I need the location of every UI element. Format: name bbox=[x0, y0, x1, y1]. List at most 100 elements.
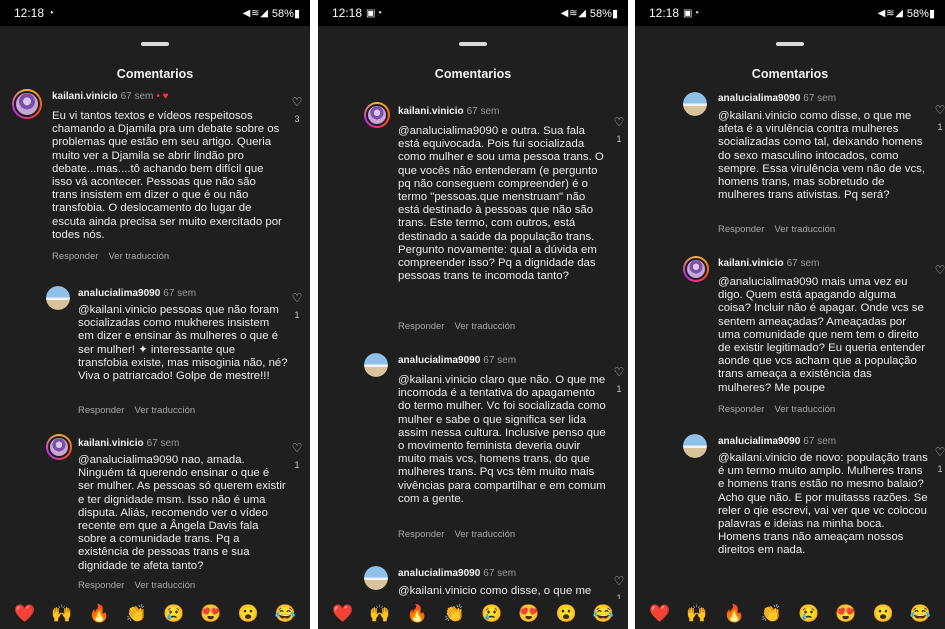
comment-text: @analucialima9090 mais uma vez eu digo. … bbox=[718, 276, 926, 394]
comment-time: 67 sem bbox=[786, 258, 820, 269]
like-heart-icon[interactable]: ♡ bbox=[289, 442, 305, 454]
comments-panel-2: 12:18 ▣ ◔ ◀ ≋ ◢ 58%▮ Comentarios kailani.v… bbox=[318, 0, 628, 629]
avatar[interactable] bbox=[12, 89, 42, 119]
comment-username[interactable]: analucialima9090 bbox=[718, 93, 800, 104]
translate-button[interactable]: Ver traducción bbox=[774, 224, 835, 235]
comment-text: @kailani.vinicio como disse, o que me af… bbox=[718, 110, 926, 202]
like-count: 1 bbox=[937, 464, 943, 474]
comment-list[interactable]: analucialima9090 67 sem @kailani.vinicio … bbox=[635, 88, 945, 599]
heart-eyes-emoji-icon[interactable]: 😍 bbox=[518, 604, 539, 624]
crying-emoji-icon[interactable]: 😢 bbox=[481, 604, 502, 624]
avatar[interactable] bbox=[46, 434, 72, 460]
reply-button[interactable]: Responder bbox=[398, 529, 444, 540]
drag-handle[interactable] bbox=[459, 42, 487, 46]
translate-button[interactable]: Ver traducción bbox=[108, 251, 169, 262]
like-count: 1 bbox=[294, 310, 300, 320]
translate-button[interactable]: Ver traducción bbox=[774, 404, 835, 415]
translate-button[interactable]: Ver traducción bbox=[454, 529, 515, 540]
drag-handle[interactable] bbox=[141, 42, 169, 46]
comment-time: 67 sem bbox=[146, 438, 180, 449]
surprised-emoji-icon[interactable]: 😮 bbox=[238, 604, 259, 624]
status-bar: 12:18 ◔ ◀ ≋ ◢ 58%▮ bbox=[0, 0, 310, 26]
page-title: Comentarios bbox=[116, 67, 194, 81]
notification-icons: ▣ ◔ bbox=[366, 7, 382, 19]
surprised-emoji-icon[interactable]: 😮 bbox=[873, 604, 894, 624]
comment-username[interactable]: analucialima9090 bbox=[718, 436, 800, 447]
translate-button[interactable]: Ver traducción bbox=[454, 321, 515, 332]
like-heart-icon[interactable]: ♡ bbox=[932, 264, 945, 276]
reply-button[interactable]: Responder bbox=[78, 580, 124, 591]
fire-emoji-icon[interactable]: 🔥 bbox=[724, 604, 745, 624]
heart-eyes-emoji-icon[interactable]: 😍 bbox=[835, 604, 856, 624]
reply-button[interactable]: Responder bbox=[52, 251, 98, 262]
reply-button[interactable]: Responder bbox=[718, 404, 764, 415]
like-heart-icon[interactable]: ♡ bbox=[289, 96, 305, 108]
battery-level: 58%▮ bbox=[589, 7, 618, 20]
comment-username[interactable]: kailani.vinicio bbox=[52, 91, 118, 102]
comment-time: 67 sem bbox=[483, 568, 517, 579]
like-count: 3 bbox=[294, 114, 300, 124]
avatar[interactable] bbox=[364, 566, 388, 590]
clap-emoji-icon[interactable]: 👏 bbox=[126, 604, 147, 624]
avatar[interactable] bbox=[364, 102, 390, 128]
heart-eyes-emoji-icon[interactable]: 😍 bbox=[200, 604, 221, 624]
comment-text: @kailani.vinicio de novo: população tran… bbox=[718, 452, 928, 557]
like-heart-icon[interactable]: ♡ bbox=[611, 116, 627, 128]
heart-emoji-icon[interactable]: ❤️ bbox=[649, 604, 670, 624]
reply-button[interactable]: Responder bbox=[78, 405, 124, 416]
heart-emoji-icon[interactable]: ❤️ bbox=[14, 604, 35, 624]
avatar[interactable] bbox=[364, 353, 388, 377]
reply-button[interactable]: Responder bbox=[398, 321, 444, 332]
avatar[interactable] bbox=[46, 286, 70, 310]
comment-username[interactable]: analucialima9090 bbox=[398, 355, 480, 366]
avatar[interactable] bbox=[683, 256, 709, 282]
clap-emoji-icon[interactable]: 👏 bbox=[444, 604, 465, 624]
crying-emoji-icon[interactable]: 😢 bbox=[798, 604, 819, 624]
comment-text: Eu vi tantos textos e vídeos respeitosos… bbox=[52, 110, 282, 241]
comments-panel-3: 12:18 ▣ ◔ ◀ ≋ ◢ 58%▮ Comentarios analucial… bbox=[635, 0, 945, 629]
like-heart-icon[interactable]: ♡ bbox=[611, 366, 627, 378]
comment-text: @kailani.vinicio como disse, o que me af… bbox=[398, 585, 592, 599]
avatar[interactable] bbox=[683, 434, 707, 458]
comment-text: @analucialima9090 nao, amada. Ninguém tá… bbox=[78, 454, 286, 572]
comment-time: 67 sem bbox=[803, 436, 837, 447]
laughing-emoji-icon[interactable]: 😂 bbox=[275, 604, 296, 624]
surprised-emoji-icon[interactable]: 😮 bbox=[556, 604, 577, 624]
avatar[interactable] bbox=[683, 92, 707, 116]
translate-button[interactable]: Ver traducción bbox=[134, 580, 195, 591]
raised-hands-emoji-icon[interactable]: 🙌 bbox=[51, 604, 72, 624]
comment-username[interactable]: kailani.vinicio bbox=[718, 258, 784, 269]
clock: 12:18 bbox=[14, 6, 45, 20]
comment-list[interactable]: kailani.vinicio 67 sem • ♥ Eu vi tantos te… bbox=[0, 88, 310, 599]
like-heart-icon[interactable]: ♡ bbox=[932, 104, 945, 116]
comment-time: 67 sem bbox=[163, 288, 197, 299]
crying-emoji-icon[interactable]: 😢 bbox=[163, 604, 184, 624]
comment-list[interactable]: kailani.vinicio 67 sem @analucialima9090 … bbox=[318, 88, 628, 599]
comment-username[interactable]: analucialima9090 bbox=[398, 568, 480, 579]
raised-hands-emoji-icon[interactable]: 🙌 bbox=[686, 604, 707, 624]
emoji-reaction-bar: ❤️ 🙌 🔥 👏 😢 😍 😮 😂 bbox=[635, 599, 945, 629]
comment-username[interactable]: analucialima9090 bbox=[78, 288, 160, 299]
heart-emoji-icon[interactable]: ❤️ bbox=[332, 604, 353, 624]
comment-time: 67 sem bbox=[120, 91, 154, 102]
like-heart-icon[interactable]: ♡ bbox=[932, 446, 945, 458]
like-count: 1 bbox=[616, 134, 622, 144]
raised-hands-emoji-icon[interactable]: 🙌 bbox=[369, 604, 390, 624]
reply-button[interactable]: Responder bbox=[718, 224, 764, 235]
fire-emoji-icon[interactable]: 🔥 bbox=[89, 604, 110, 624]
clap-emoji-icon[interactable]: 👏 bbox=[761, 604, 782, 624]
fire-emoji-icon[interactable]: 🔥 bbox=[407, 604, 428, 624]
comments-panel-1: 12:18 ◔ ◀ ≋ ◢ 58%▮ Comentarios kailani.vin… bbox=[0, 0, 310, 629]
like-heart-icon[interactable]: ♡ bbox=[289, 292, 305, 304]
like-heart-icon[interactable]: ♡ bbox=[611, 575, 627, 587]
translate-button[interactable]: Ver traducción bbox=[134, 405, 195, 416]
like-count: 1 bbox=[616, 384, 622, 394]
comment-username[interactable]: kailani.vinicio bbox=[398, 106, 464, 117]
drag-handle[interactable] bbox=[776, 42, 804, 46]
comment-username[interactable]: kailani.vinicio bbox=[78, 438, 144, 449]
status-bar: 12:18 ▣ ◔ ◀ ≋ ◢ 58%▮ bbox=[318, 0, 628, 26]
laughing-emoji-icon[interactable]: 😂 bbox=[910, 604, 931, 624]
comment-text: @kailani.vinicio pessoas que não foram s… bbox=[78, 304, 288, 383]
laughing-emoji-icon[interactable]: 😂 bbox=[593, 604, 614, 624]
author-liked-icon: • ♥ bbox=[156, 91, 169, 102]
